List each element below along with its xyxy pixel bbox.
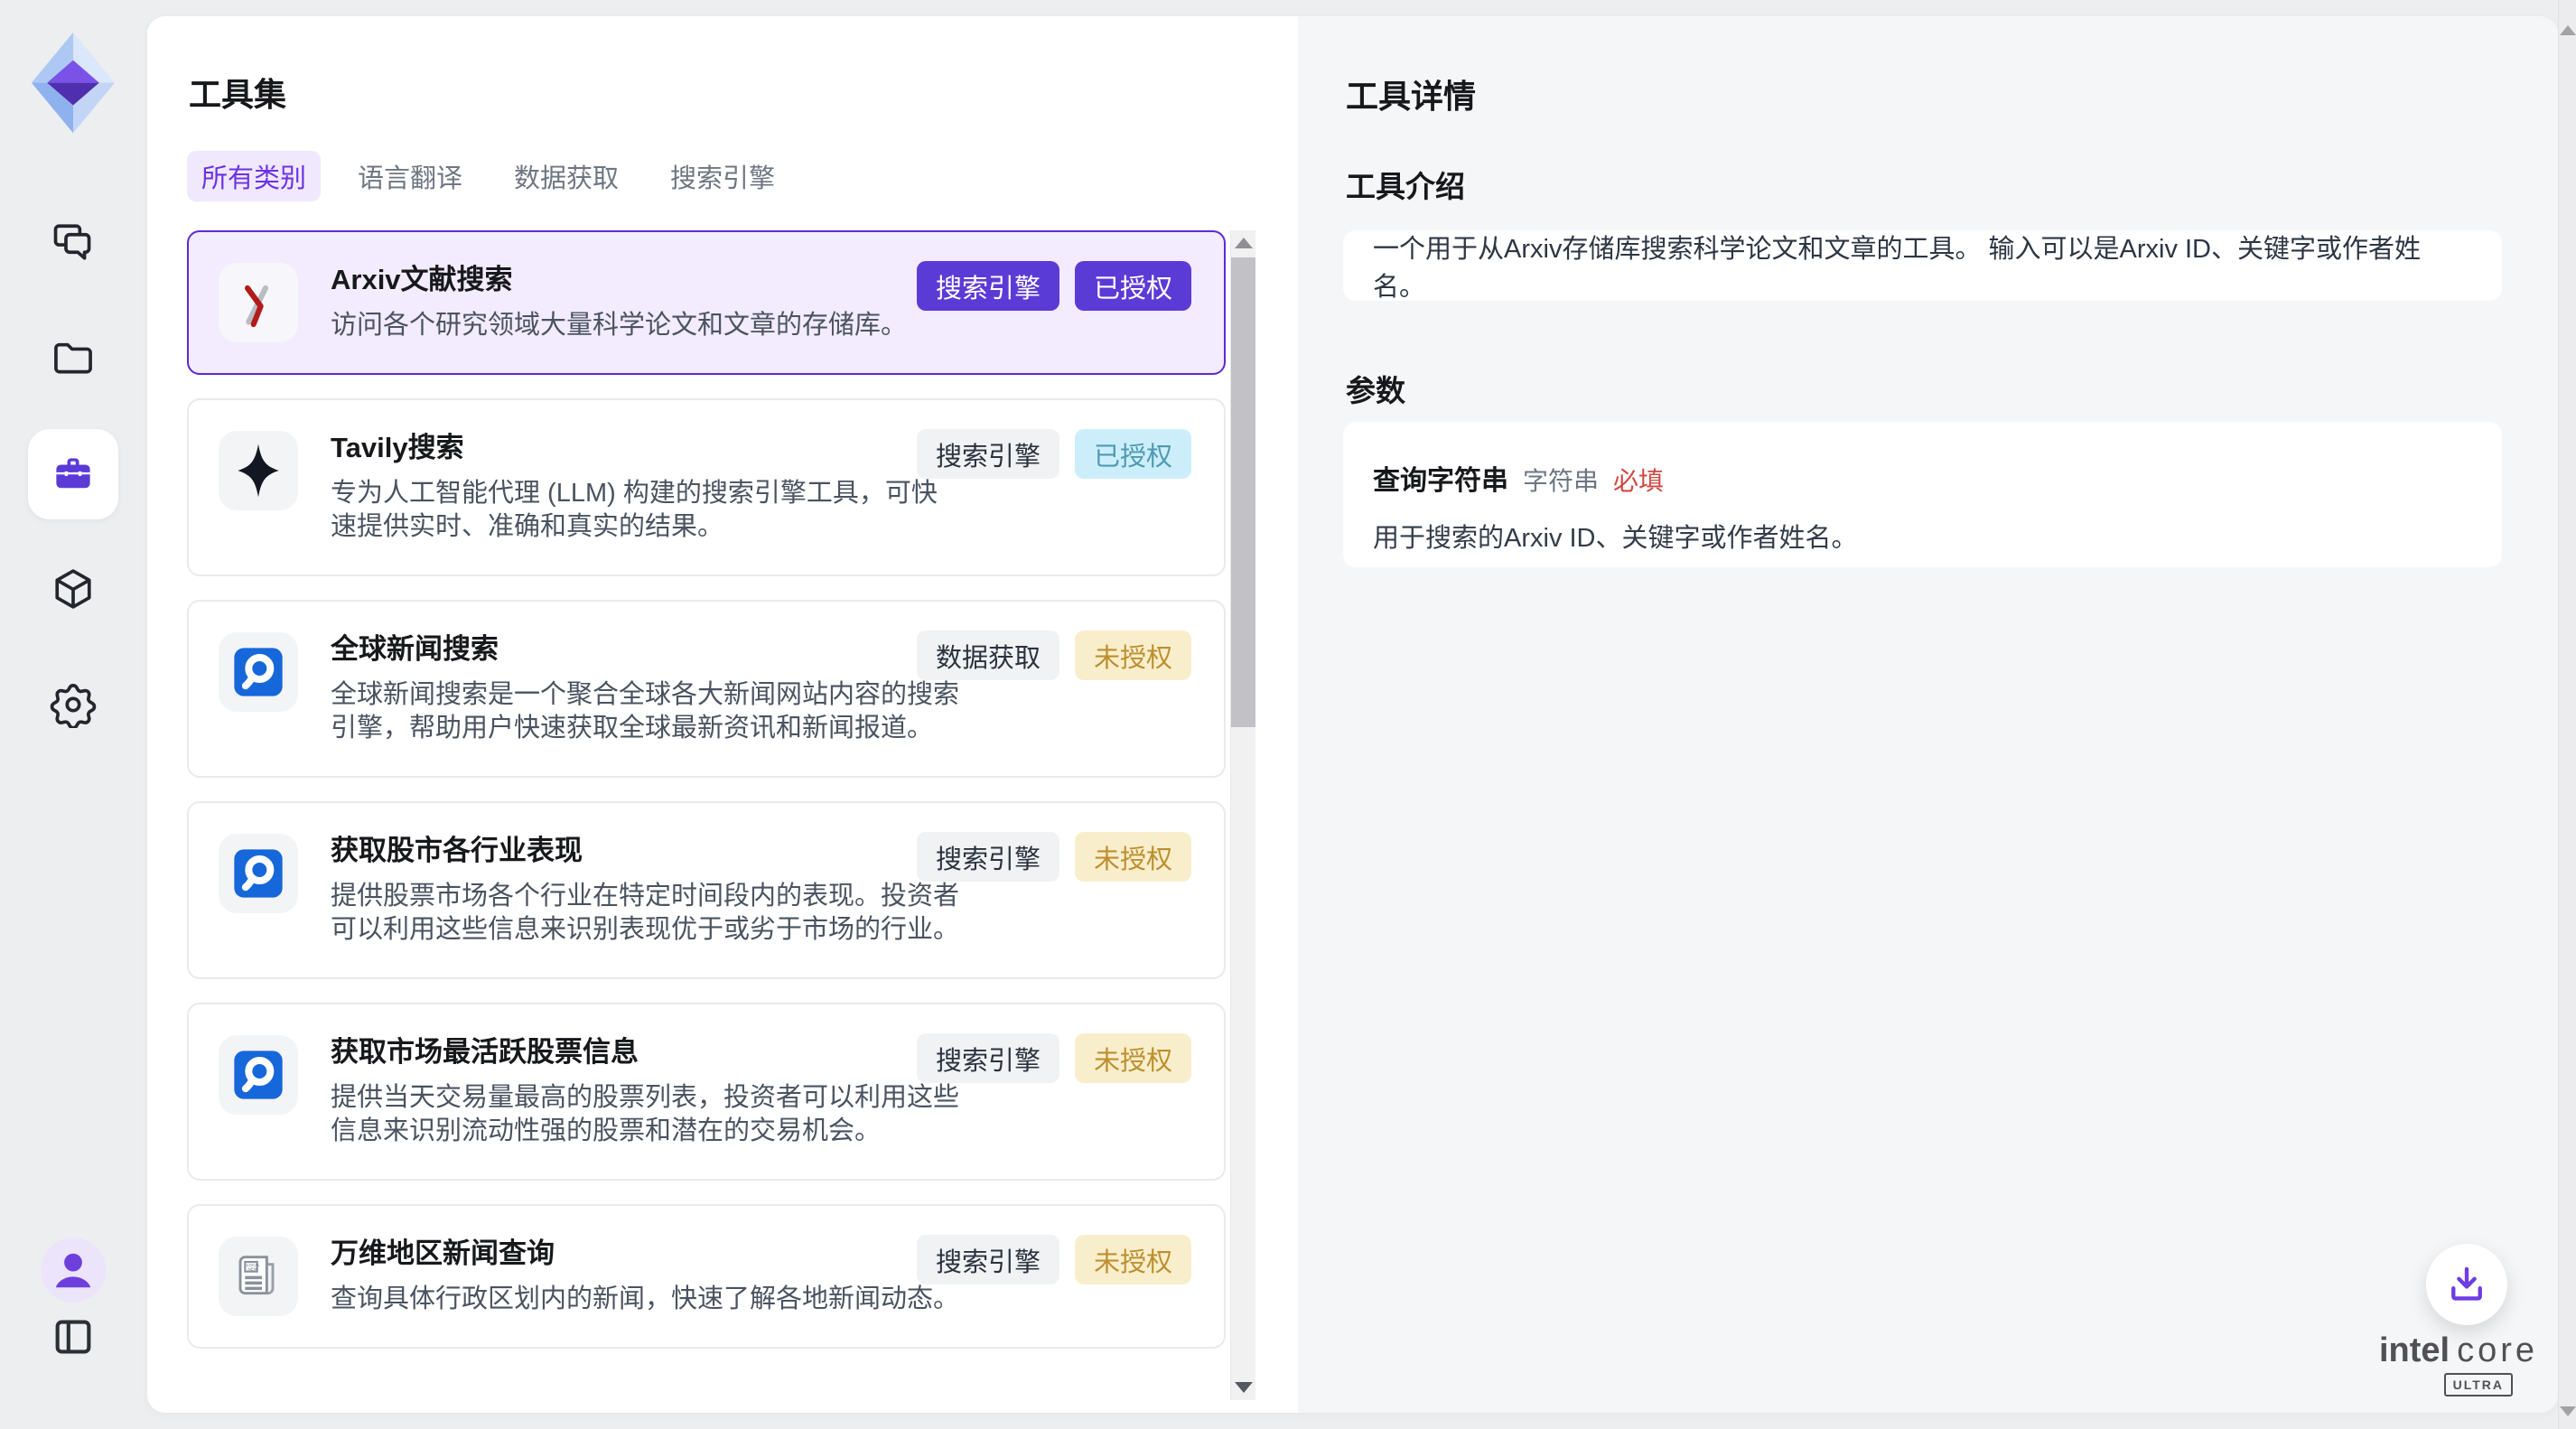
category-badge: 数据获取	[917, 630, 1059, 680]
category-badge: 搜索引擎	[917, 429, 1059, 479]
sidebar-item-files[interactable]	[28, 313, 118, 404]
param-card: 查询字符串 字符串 必填 用于搜索的Arxiv ID、关键字或作者姓名。	[1343, 422, 2502, 567]
intro-text: 一个用于从Arxiv存储库搜索科学论文和文章的工具。 输入可以是Arxiv ID…	[1373, 228, 2472, 304]
param-required-badge: 必填	[1613, 462, 1664, 498]
details-title: 工具详情	[1346, 70, 1476, 117]
sidebar	[0, 0, 147, 1429]
sidebar-item-settings[interactable]	[28, 660, 118, 751]
tool-icon-tile: LOCAL NEW	[219, 1035, 298, 1115]
tool-icon-tile: LOCAL NEW	[219, 431, 298, 510]
intel-core-ultra-logo: intelcore ULTRA	[2379, 1331, 2515, 1369]
tool-card[interactable]: LOCAL NEW 获取市场最活跃股票信息 提供当天交易量最高的股票列表，投资者…	[187, 1003, 1226, 1181]
settings-gear-icon	[50, 681, 97, 731]
svg-text:NEW: NEW	[248, 1267, 258, 1272]
intel-wordmark: intel	[2379, 1331, 2450, 1369]
auth-status-badge: 未授权	[1075, 1235, 1191, 1284]
scroll-up-arrow-icon[interactable]	[1235, 238, 1253, 248]
tool-icon-tile: LOCAL NEW	[219, 632, 298, 712]
tool-card[interactable]: LOCAL NEW 全球新闻搜索 全球新闻搜索是一个聚合全球各大新闻网站内容的搜…	[187, 600, 1226, 778]
q-news-icon	[229, 845, 287, 902]
panel-toggle-button[interactable]	[28, 1299, 118, 1377]
tool-description: 提供股票市场各个行业在特定时间段内的表现。投资者可以利用这些信息来识别表现优于或…	[331, 880, 963, 947]
intro-card: 一个用于从Arxiv存储库搜索科学论文和文章的工具。 输入可以是Arxiv ID…	[1343, 230, 2502, 301]
params-heading: 参数	[1346, 367, 1405, 410]
core-wordmark: core	[2457, 1331, 2538, 1369]
param-description: 用于搜索的Arxiv ID、关键字或作者姓名。	[1373, 517, 2472, 555]
category-badge: 搜索引擎	[917, 261, 1059, 311]
category-tabs: 所有类别 语言翻译 数据获取 搜索引擎	[187, 151, 789, 201]
intro-heading: 工具介绍	[1346, 163, 1465, 206]
tab-label: 语言翻译	[358, 157, 462, 195]
folder-icon	[50, 334, 97, 384]
page-scroll-up-icon[interactable]	[2560, 25, 2576, 35]
tavily-icon	[229, 442, 287, 500]
panel-toggle-icon	[50, 1313, 97, 1363]
tab-1[interactable]: 语言翻译	[343, 151, 477, 201]
tool-list-scrollbar[interactable]	[1230, 230, 1255, 1400]
user-avatar[interactable]	[41, 1238, 106, 1303]
sidebar-item-chat[interactable]	[28, 198, 118, 288]
tool-description: 查询具体行政区划内的新闻，快速了解各地新闻动态。	[331, 1283, 963, 1316]
details-panel: 工具详情 工具介绍 一个用于从Arxiv存储库搜索科学论文和文章的工具。 输入可…	[1298, 16, 2558, 1413]
tool-list: LOCAL NEW Arxiv文献搜索 访问各个研究领域大量科学论文和文章的存储…	[187, 230, 1226, 1413]
category-badge: 搜索引擎	[917, 832, 1059, 882]
tool-description: 专为人工智能代理 (LLM) 构建的搜索引擎工具，可快速提供实时、准确和真实的结…	[331, 477, 963, 544]
ultra-badge: ULTRA	[2444, 1373, 2513, 1396]
sidebar-item-tools[interactable]	[28, 429, 118, 519]
tool-card[interactable]: LOCAL NEW Arxiv文献搜索 访问各个研究领域大量科学论文和文章的存储…	[187, 230, 1226, 375]
tool-card[interactable]: LOCAL NEW 万维地区新闻查询 查询具体行政区划内的新闻，快速了解各地新闻…	[187, 1204, 1226, 1349]
tab-2[interactable]: 数据获取	[499, 151, 633, 201]
tools-title: 工具集	[189, 69, 286, 116]
tool-description: 全球新闻搜索是一个聚合全球各大新闻网站内容的搜索引擎，帮助用户快速获取全球最新资…	[331, 678, 963, 745]
download-icon	[2443, 1260, 2490, 1310]
main-content: 工具集 所有类别 语言翻译 数据获取 搜索引擎	[147, 16, 2558, 1413]
q-news-icon	[229, 643, 287, 701]
category-badge: 搜索引擎	[917, 1235, 1059, 1284]
q-news-icon	[229, 1046, 287, 1104]
tab-label: 搜索引擎	[670, 157, 775, 195]
tool-icon-tile: LOCAL NEW	[219, 834, 298, 913]
auth-status-badge: 未授权	[1075, 1033, 1191, 1083]
scrollbar-thumb[interactable]	[1231, 257, 1255, 727]
sidebar-item-models[interactable]	[28, 545, 118, 635]
tool-description: 访问各个研究领域大量科学论文和文章的存储库。	[331, 309, 963, 342]
param-row: 查询字符串 字符串 必填	[1373, 458, 2472, 498]
page-scrollbar[interactable]	[2558, 0, 2576, 1429]
tab-label: 数据获取	[514, 157, 619, 195]
scroll-down-arrow-icon[interactable]	[1235, 1382, 1253, 1393]
chat-icon	[50, 219, 97, 268]
auth-status-badge: 已授权	[1075, 261, 1191, 311]
auth-status-badge: 未授权	[1075, 832, 1191, 882]
category-badge: 搜索引擎	[917, 1033, 1059, 1083]
auth-status-badge: 未授权	[1075, 630, 1191, 680]
local-news-icon: LOCAL NEW	[229, 1247, 287, 1305]
cube-icon	[50, 565, 97, 615]
tab-label: 所有类别	[201, 157, 306, 195]
param-name: 查询字符串	[1373, 458, 1508, 498]
tool-icon-tile: LOCAL NEW	[219, 263, 298, 342]
tools-panel: 工具集 所有类别 语言翻译 数据获取 搜索引擎	[147, 16, 1298, 1413]
download-button[interactable]	[2426, 1244, 2507, 1325]
arxiv-icon	[229, 274, 287, 332]
tool-description: 提供当天交易量最高的股票列表，投资者可以利用这些信息来识别流动性强的股票和潜在的…	[331, 1081, 963, 1148]
toolbox-icon	[50, 450, 97, 500]
param-type: 字符串	[1523, 462, 1599, 498]
app-logo-icon	[30, 31, 117, 134]
tool-card[interactable]: LOCAL NEW 获取股市各行业表现 提供股票市场各个行业在特定时间段内的表现…	[187, 801, 1226, 979]
tool-card[interactable]: LOCAL NEW Tavily搜索 专为人工智能代理 (LLM) 构建的搜索引…	[187, 398, 1226, 576]
app-root: 工具集 所有类别 语言翻译 数据获取 搜索引擎	[0, 0, 2576, 1429]
tab-3[interactable]: 搜索引擎	[656, 151, 789, 201]
tab-0[interactable]: 所有类别	[187, 151, 321, 201]
page-scroll-down-icon[interactable]	[2560, 1406, 2576, 1416]
tool-icon-tile: LOCAL NEW	[219, 1237, 298, 1316]
auth-status-badge: 已授权	[1075, 429, 1191, 479]
